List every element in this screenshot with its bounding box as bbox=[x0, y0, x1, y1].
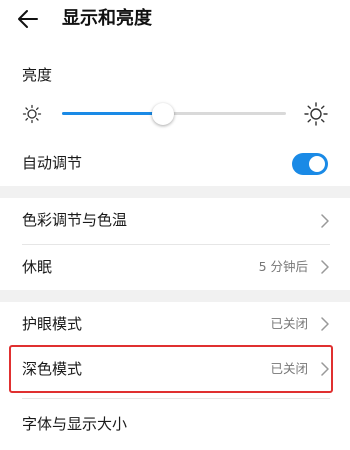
highlight-box bbox=[9, 345, 333, 393]
auto-adjust-label: 自动调节 bbox=[22, 154, 83, 172]
list-item-font-size[interactable]: 字体与显示大小 bbox=[0, 399, 350, 450]
back-button[interactable] bbox=[14, 6, 42, 32]
list-item-label: 字体与显示大小 bbox=[22, 415, 128, 433]
section-divider bbox=[0, 290, 350, 302]
list-item-value: 已关闭 bbox=[270, 316, 308, 331]
slider-fill bbox=[62, 112, 163, 115]
arrow-left-icon bbox=[18, 10, 38, 28]
slider-thumb[interactable] bbox=[152, 103, 174, 125]
chevron-right-icon bbox=[321, 214, 329, 228]
sun-small-icon bbox=[22, 104, 42, 124]
chevron-right-icon bbox=[321, 260, 329, 274]
toggle-knob bbox=[309, 156, 325, 172]
list-item-value: 5 分钟后 bbox=[258, 259, 308, 274]
page-title: 显示和亮度 bbox=[62, 8, 152, 29]
auto-adjust-toggle[interactable] bbox=[292, 153, 328, 175]
app-header: 显示和亮度 bbox=[0, 0, 350, 38]
list-item-label: 护眼模式 bbox=[22, 315, 83, 333]
brightness-label: 亮度 bbox=[22, 66, 53, 84]
list-item-eye-comfort[interactable]: 护眼模式 已关闭 bbox=[0, 302, 350, 346]
brightness-slider[interactable] bbox=[62, 103, 286, 125]
list-item-color-adjust[interactable]: 色彩调节与色温 bbox=[0, 198, 350, 244]
list-item-sleep[interactable]: 休眠 5 分钟后 bbox=[0, 245, 350, 290]
section-divider bbox=[0, 186, 350, 198]
list-item-label: 休眠 bbox=[22, 258, 53, 276]
sun-large-icon bbox=[304, 102, 328, 126]
chevron-right-icon bbox=[321, 317, 329, 331]
list-item-label: 色彩调节与色温 bbox=[22, 211, 128, 229]
